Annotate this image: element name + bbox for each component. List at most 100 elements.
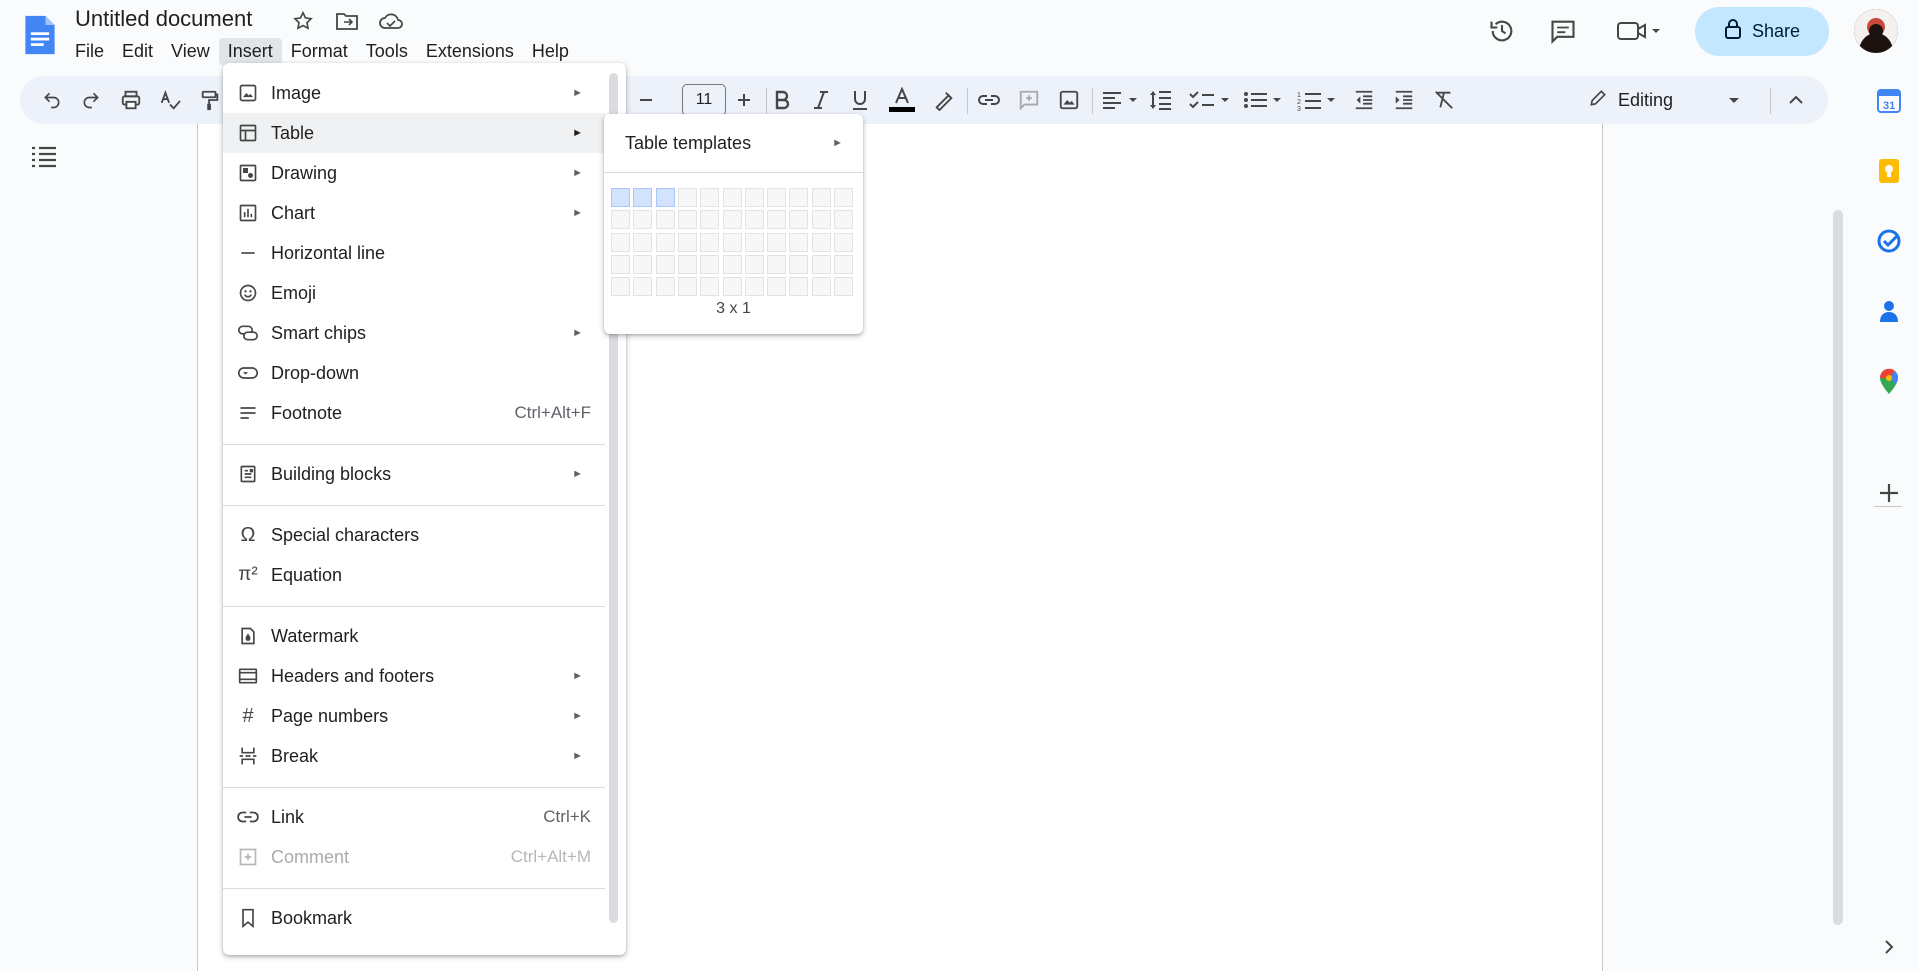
table-grid-cell[interactable] bbox=[633, 254, 653, 274]
numbered-list-icon[interactable]: 123 bbox=[1296, 86, 1340, 114]
paint-format-icon[interactable] bbox=[196, 86, 224, 114]
underline-icon[interactable] bbox=[846, 86, 874, 114]
menu-item-drawing[interactable]: Drawing ► bbox=[223, 153, 605, 193]
table-grid-cell[interactable] bbox=[744, 188, 764, 207]
menu-item-building-blocks[interactable]: Building blocks ► bbox=[223, 454, 605, 494]
table-grid-cell[interactable] bbox=[722, 188, 742, 207]
table-grid-cell[interactable] bbox=[633, 188, 653, 207]
table-grid-cell[interactable] bbox=[744, 277, 764, 297]
align-icon[interactable] bbox=[1100, 86, 1142, 114]
expand-side-panel-chevron-icon[interactable] bbox=[1874, 932, 1904, 962]
increase-indent-icon[interactable] bbox=[1390, 86, 1418, 114]
bulleted-list-icon[interactable] bbox=[1242, 86, 1286, 114]
table-grid-cell[interactable] bbox=[611, 210, 630, 230]
menu-item-table-templates[interactable]: Table templates ► bbox=[604, 122, 863, 164]
table-grid-cell[interactable] bbox=[611, 232, 630, 252]
table-grid-cell[interactable] bbox=[811, 232, 831, 252]
text-color-icon[interactable] bbox=[888, 86, 916, 114]
document-scrollbar[interactable] bbox=[1833, 210, 1843, 925]
get-addons-plus-icon[interactable] bbox=[1874, 478, 1904, 508]
menu-item-image[interactable]: Image ► bbox=[223, 73, 605, 113]
tasks-icon[interactable] bbox=[1874, 226, 1904, 256]
cloud-saved-icon[interactable] bbox=[378, 8, 404, 34]
keep-icon[interactable] bbox=[1874, 156, 1904, 186]
table-grid-cell[interactable] bbox=[677, 277, 697, 297]
menu-item-chart[interactable]: Chart ► bbox=[223, 193, 605, 233]
menu-item-special-characters[interactable]: Ω Special characters bbox=[223, 515, 605, 555]
table-grid-cell[interactable] bbox=[834, 277, 853, 297]
table-grid-cell[interactable] bbox=[677, 232, 697, 252]
bold-icon[interactable] bbox=[768, 86, 796, 114]
table-grid-cell[interactable] bbox=[655, 232, 675, 252]
calendar-icon[interactable]: 31 bbox=[1874, 86, 1904, 116]
menu-help[interactable]: Help bbox=[523, 38, 578, 65]
decrease-font-size-icon[interactable] bbox=[632, 86, 660, 114]
menu-format[interactable]: Format bbox=[282, 38, 357, 65]
docs-logo-icon[interactable] bbox=[22, 14, 58, 56]
add-comment-icon[interactable] bbox=[1015, 86, 1043, 114]
table-grid-cell[interactable] bbox=[744, 210, 764, 230]
table-grid-cell[interactable] bbox=[700, 232, 720, 252]
table-grid-cell[interactable] bbox=[722, 210, 742, 230]
print-icon[interactable] bbox=[117, 86, 145, 114]
line-spacing-icon[interactable] bbox=[1147, 86, 1175, 114]
table-grid-cell[interactable] bbox=[789, 210, 809, 230]
menu-item-link[interactable]: Link Ctrl+K bbox=[223, 797, 605, 837]
table-grid-cell[interactable] bbox=[834, 188, 853, 207]
comments-icon[interactable] bbox=[1548, 16, 1578, 46]
table-grid-cell[interactable] bbox=[655, 188, 675, 207]
menu-item-table[interactable]: Table ► bbox=[223, 113, 605, 153]
table-grid-cell[interactable] bbox=[767, 188, 787, 207]
table-grid-cell[interactable] bbox=[611, 188, 630, 207]
table-grid-cell[interactable] bbox=[789, 188, 809, 207]
table-grid-cell[interactable] bbox=[655, 254, 675, 274]
menu-item-equation[interactable]: π² Equation bbox=[223, 555, 605, 595]
table-grid-cell[interactable] bbox=[700, 277, 720, 297]
clear-formatting-icon[interactable] bbox=[1430, 86, 1458, 114]
table-grid-cell[interactable] bbox=[700, 254, 720, 274]
table-grid-cell[interactable] bbox=[655, 210, 675, 230]
table-grid-cell[interactable] bbox=[655, 277, 675, 297]
share-button[interactable]: Share bbox=[1695, 7, 1829, 56]
table-grid-cell[interactable] bbox=[611, 277, 630, 297]
table-grid-cell[interactable] bbox=[811, 188, 831, 207]
menu-item-smart-chips[interactable]: Smart chips ► bbox=[223, 313, 605, 353]
menu-item-footnote[interactable]: Footnote Ctrl+Alt+F bbox=[223, 393, 605, 433]
account-avatar[interactable] bbox=[1854, 9, 1898, 53]
table-grid-cell[interactable] bbox=[767, 232, 787, 252]
increase-font-size-icon[interactable] bbox=[730, 86, 758, 114]
highlight-color-icon[interactable] bbox=[930, 86, 958, 114]
table-grid-cell[interactable] bbox=[789, 254, 809, 274]
menu-file[interactable]: File bbox=[66, 38, 113, 65]
table-grid-cell[interactable] bbox=[677, 254, 697, 274]
menu-view[interactable]: View bbox=[162, 38, 219, 65]
menu-tools[interactable]: Tools bbox=[357, 38, 417, 65]
insert-link-icon[interactable] bbox=[975, 86, 1003, 114]
table-grid-cell[interactable] bbox=[722, 254, 742, 274]
table-grid-cell[interactable] bbox=[633, 277, 653, 297]
table-grid-cell[interactable] bbox=[700, 210, 720, 230]
menu-item-page-numbers[interactable]: # Page numbers ► bbox=[223, 696, 605, 736]
table-grid-cell[interactable] bbox=[834, 232, 853, 252]
insert-image-icon[interactable] bbox=[1055, 86, 1083, 114]
table-grid-cell[interactable] bbox=[767, 210, 787, 230]
menu-item-headers-and-footers[interactable]: Headers and footers ► bbox=[223, 656, 605, 696]
editing-mode-dropdown[interactable]: Editing bbox=[1588, 82, 1768, 118]
table-grid-cell[interactable] bbox=[789, 232, 809, 252]
menu-item-drop-down[interactable]: Drop-down bbox=[223, 353, 605, 393]
table-grid-cell[interactable] bbox=[811, 277, 831, 297]
table-grid-cell[interactable] bbox=[677, 210, 697, 230]
table-grid-cell[interactable] bbox=[767, 277, 787, 297]
menu-item-horizontal-line[interactable]: Horizontal line bbox=[223, 233, 605, 273]
menu-insert[interactable]: Insert bbox=[218, 38, 282, 65]
table-grid-cell[interactable] bbox=[811, 210, 831, 230]
table-grid-cell[interactable] bbox=[744, 254, 764, 274]
checklist-icon[interactable] bbox=[1188, 86, 1232, 114]
table-grid-cell[interactable] bbox=[722, 232, 742, 252]
move-folder-icon[interactable] bbox=[334, 8, 360, 34]
table-grid-cell[interactable] bbox=[811, 254, 831, 274]
table-grid-cell[interactable] bbox=[677, 188, 697, 207]
table-grid-cell[interactable] bbox=[700, 188, 720, 207]
table-grid-cell[interactable] bbox=[722, 277, 742, 297]
contacts-icon[interactable] bbox=[1874, 296, 1904, 326]
